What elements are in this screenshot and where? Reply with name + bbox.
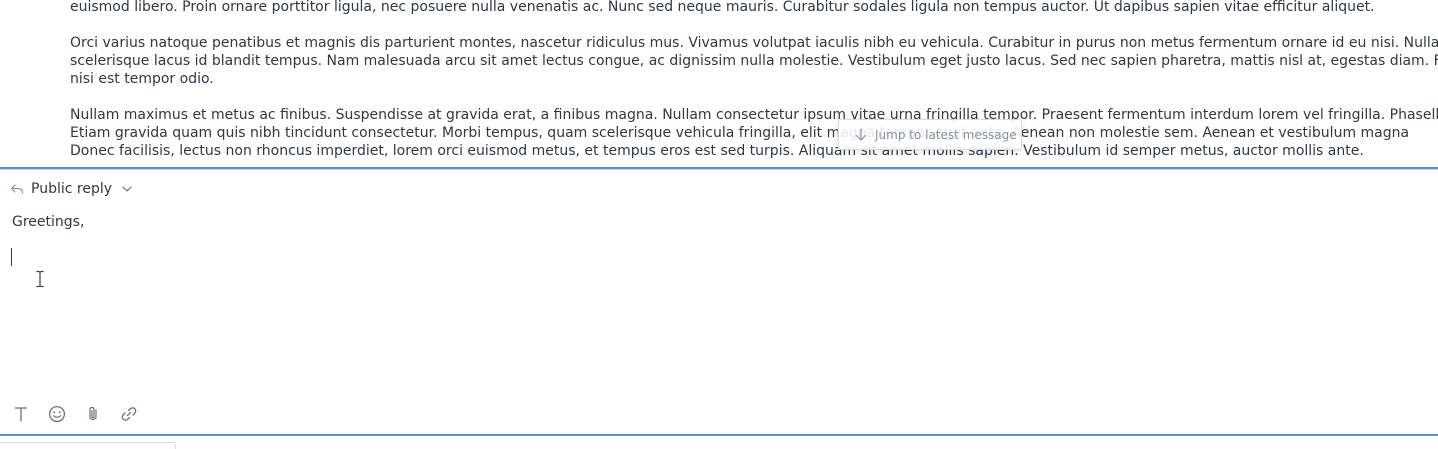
message-line: Donec facilisis, lectus non rhoncus impe… [70,143,1364,159]
jump-to-latest-button[interactable]: Jump to latest message [838,119,1022,150]
jump-to-latest-label: Jump to latest message [875,127,1017,142]
message-line: Orci varius natoque penatibus et magnis … [70,35,1438,51]
message-line: Nullam maximus et metus ac finibus. Susp… [70,107,1438,123]
insert-link-button[interactable] [120,404,138,424]
message-paragraph: euismod libero. Proin ornare porttitor l… [70,0,1375,16]
composer-top-border-highlight [0,169,1438,170]
conversation-log[interactable]: euismod libero. Proin ornare porttitor l… [0,0,1438,167]
message-paragraph: Nullam maximus et metus ac finibus. Susp… [70,106,1438,160]
text-cursor-icon [36,270,44,288]
reply-editor[interactable]: Greetings, [12,212,1412,392]
attachment-icon [89,406,97,420]
link-icon [121,407,137,421]
footer-tab[interactable] [0,442,176,449]
reply-type-selector[interactable]: Public reply [10,179,132,199]
attach-file-button[interactable] [84,404,102,424]
composer-bottom-border[interactable] [0,434,1438,436]
chevron-down-icon [122,186,132,192]
reply-type-label: Public reply [31,181,113,197]
message-line: euismod libero. Proin ornare porttitor l… [70,0,1375,15]
text-format-button[interactable] [12,404,30,424]
greeting-text: Greetings, [12,214,85,230]
text-format-icon [14,407,28,422]
emoji-icon [48,405,66,423]
ticket-workspace: euismod libero. Proin ornare porttitor l… [0,0,1438,449]
message-line: scelerisque lacus id blandit tempus. Nam… [70,53,1438,69]
arrow-down-icon [855,127,867,141]
reply-icon [10,184,24,194]
composer-toolbar [12,403,138,425]
message-line: nisi est tempor odio. [70,71,214,87]
text-caret [11,248,12,266]
message-line: Etiam gravida quam quis nibh tincidunt c… [70,125,1410,141]
message-paragraph: Orci varius natoque penatibus et magnis … [70,34,1438,88]
emoji-button[interactable] [48,404,66,424]
